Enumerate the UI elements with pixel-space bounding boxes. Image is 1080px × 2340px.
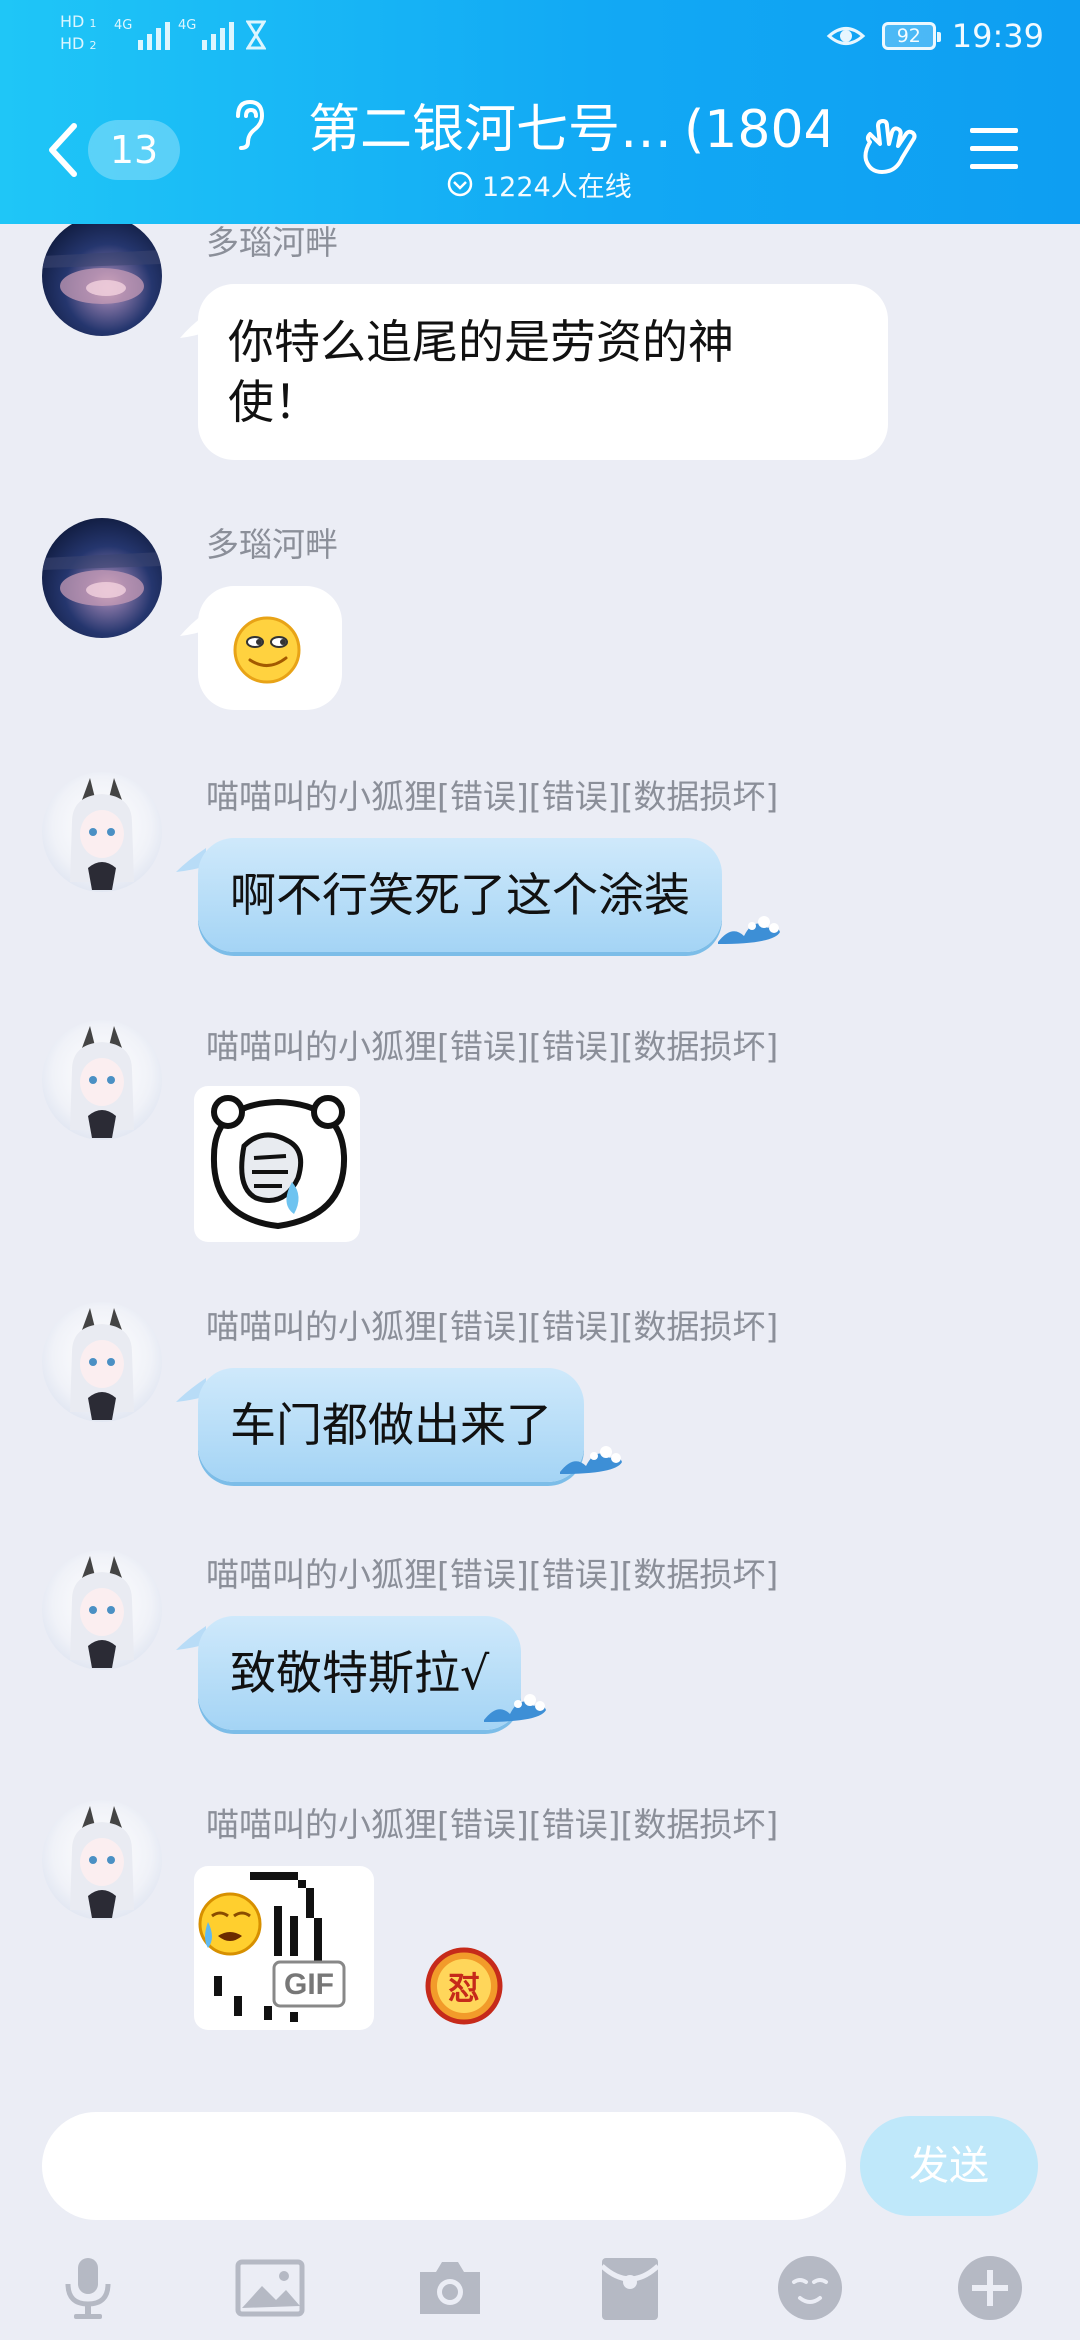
hd-indicator: HD 1 HD 2 bbox=[60, 12, 97, 53]
red-packet-icon[interactable] bbox=[594, 2252, 666, 2324]
angry-emoji-label: 怼 bbox=[448, 1969, 480, 2007]
fox-girl-avatar-image bbox=[70, 778, 134, 890]
message-text-line: 你特么追尾的是劳资的神 bbox=[228, 315, 734, 369]
message-input[interactable] bbox=[42, 2112, 846, 2220]
avatar[interactable] bbox=[42, 1550, 162, 1670]
camera-icon[interactable] bbox=[414, 2252, 486, 2324]
message-text-line: 使！ bbox=[228, 375, 320, 429]
smirk-face-icon bbox=[233, 616, 301, 684]
sender-name: 喵喵叫的小狐狸[错误][错误][数据损坏] bbox=[206, 1805, 779, 1844]
network-type-1: 4G bbox=[114, 18, 133, 33]
gif-label: GIF bbox=[284, 1968, 334, 2001]
unread-badge: 13 bbox=[88, 120, 180, 180]
group-name: 第二银河七号… bbox=[308, 100, 673, 160]
signal-icon-1 bbox=[138, 16, 170, 50]
sender-name: 喵喵叫的小狐狸[错误][错误][数据损坏] bbox=[206, 1027, 779, 1066]
message-list[interactable]: 多瑙河畔 你特么追尾的是劳资的神 使！ 多瑙河畔 喵喵叫的小狐狸[错误][错误]… bbox=[0, 224, 1080, 2094]
fox-girl-avatar-image bbox=[70, 1556, 134, 1668]
hand-gesture-icon[interactable] bbox=[856, 116, 920, 180]
send-button[interactable]: 发送 bbox=[860, 2116, 1038, 2216]
wave-decoration-icon bbox=[718, 916, 780, 944]
chevron-left-icon bbox=[49, 123, 77, 177]
message-text: 啊不行笑死了这个涂装 bbox=[230, 868, 690, 922]
chat-header: HD 1 HD 2 4G 4G 92 19:39 13 第二银河七号… (180… bbox=[0, 0, 1080, 224]
fox-girl-avatar-image bbox=[70, 1806, 134, 1918]
lake-avatar-image bbox=[42, 552, 162, 606]
member-count: (1804) bbox=[684, 100, 828, 160]
emoji-bubble[interactable] bbox=[198, 586, 342, 710]
message-bubble[interactable]: 啊不行笑死了这个涂装 bbox=[198, 838, 722, 952]
sticker-image[interactable]: GIF bbox=[194, 1866, 374, 2030]
sender-name: 喵喵叫的小狐狸[错误][错误][数据损坏] bbox=[206, 1307, 779, 1346]
signal-icon-2 bbox=[202, 16, 234, 50]
sender-name: 喵喵叫的小狐狸[错误][错误][数据损坏] bbox=[206, 1555, 779, 1594]
message-bubble[interactable]: 车门都做出来了 bbox=[198, 1368, 584, 1482]
clock: 19:39 bbox=[951, 17, 1044, 55]
group-title[interactable]: 第二银河七号…(1804) bbox=[308, 94, 828, 166]
hourglass-icon bbox=[246, 20, 266, 50]
plus-icon[interactable] bbox=[954, 2252, 1026, 2324]
sticker-image[interactable] bbox=[194, 1086, 360, 1242]
online-status[interactable]: 1224人在线 bbox=[446, 164, 632, 204]
avatar[interactable] bbox=[42, 1800, 162, 1920]
input-area: 发送 bbox=[0, 2094, 1080, 2340]
message-text: 致敬特斯拉√ bbox=[230, 1646, 490, 1700]
wave-decoration-icon bbox=[560, 1446, 622, 1474]
battery-indicator: 92 bbox=[881, 22, 941, 50]
sender-name: 多瑙河畔 bbox=[206, 525, 338, 564]
status-bar: HD 1 HD 2 4G 4G 92 19:39 bbox=[0, 0, 1080, 72]
wave-decoration-icon bbox=[484, 1694, 546, 1722]
sender-name: 喵喵叫的小狐狸[错误][错误][数据损坏] bbox=[206, 777, 779, 816]
avatar[interactable] bbox=[42, 1302, 162, 1422]
message-text: 车门都做出来了 bbox=[230, 1398, 552, 1452]
bear-facepalm-sticker bbox=[210, 1095, 348, 1230]
avatar[interactable] bbox=[42, 518, 162, 638]
angry-emoji-icon[interactable]: 怼 bbox=[422, 1944, 506, 2028]
fox-girl-avatar-image bbox=[70, 1026, 134, 1138]
pixel-gif-sticker: GIF bbox=[198, 1872, 346, 2022]
message-bubble[interactable]: 你特么追尾的是劳资的神 使！ bbox=[198, 284, 888, 460]
online-count: 1224人在线 bbox=[482, 171, 632, 203]
avatar[interactable] bbox=[42, 224, 162, 336]
message-bubble[interactable]: 致敬特斯拉√ bbox=[198, 1616, 522, 1730]
image-icon[interactable] bbox=[234, 2252, 306, 2324]
mic-icon[interactable] bbox=[52, 2252, 124, 2324]
avatar[interactable] bbox=[42, 1020, 162, 1140]
ear-icon[interactable] bbox=[228, 98, 266, 150]
menu-icon[interactable] bbox=[966, 120, 1022, 176]
sender-name: 多瑙河畔 bbox=[206, 224, 338, 262]
chevron-down-circle-icon bbox=[447, 171, 473, 197]
emoji-icon[interactable] bbox=[774, 2252, 846, 2324]
lake-avatar-image bbox=[42, 250, 162, 304]
network-type-2: 4G bbox=[178, 18, 197, 33]
back-button[interactable]: 13 bbox=[44, 118, 184, 182]
avatar[interactable] bbox=[42, 772, 162, 892]
eye-comfort-icon bbox=[826, 27, 866, 45]
fox-girl-avatar-image bbox=[70, 1308, 134, 1420]
